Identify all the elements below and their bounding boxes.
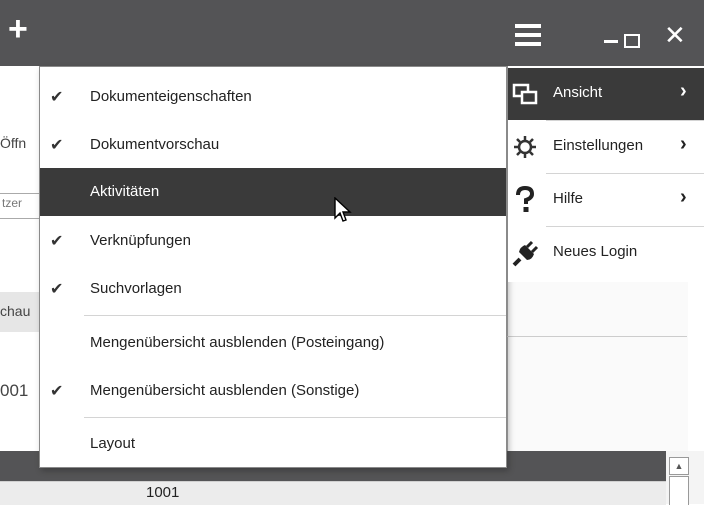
help-question-icon <box>516 186 535 212</box>
menu-item-label: Neues Login <box>553 243 638 260</box>
menu-item-label: Dokumenteigenschaften <box>90 88 252 105</box>
menu-item-label: Einstellungen <box>553 137 644 154</box>
menu-item-label: Aktivitäten <box>90 183 160 200</box>
menu-item-einstellungen[interactable]: Einstellungen › <box>508 121 704 173</box>
bg-user-field-text: tzer <box>2 196 23 210</box>
settings-gear-icon <box>514 136 536 158</box>
chevron-right-icon: › <box>680 133 687 155</box>
menu-item-verknuepfungen[interactable]: ✔ Verknüpfungen <box>40 217 506 265</box>
menu-item-hilfe[interactable]: Hilfe › <box>508 174 704 226</box>
bg-open-label: Öffn <box>0 135 27 151</box>
menu-item-aktivitaeten[interactable]: Aktivitäten <box>40 168 506 216</box>
menu-item-dokumentvorschau[interactable]: ✔ Dokumentvorschau <box>40 121 506 169</box>
menu-separator <box>84 417 506 418</box>
main-menu: Ansicht › Einstellungen › Hilfe › Neues … <box>507 66 704 282</box>
menu-item-label: Layout <box>90 435 136 452</box>
plug-login-icon <box>512 240 539 267</box>
menu-item-suchvorlagen[interactable]: ✔ Suchvorlagen <box>40 265 506 313</box>
title-bar: + ✕ <box>0 0 704 66</box>
menu-item-label: Hilfe <box>553 190 584 207</box>
menu-item-label: Ansicht <box>553 84 603 101</box>
view-submenu: ✔ Dokumenteigenschaften ✔ Dokumentvorsch… <box>39 66 507 468</box>
close-icon[interactable]: ✕ <box>664 22 686 48</box>
menu-item-neues-login[interactable]: Neues Login <box>508 227 704 279</box>
minimize-icon[interactable] <box>604 40 618 43</box>
scroll-track[interactable] <box>669 476 689 505</box>
table-cell-value: 1001 <box>146 484 180 501</box>
bg-right-panel-inner <box>507 336 687 453</box>
checkmark-icon: ✔ <box>50 383 64 400</box>
checkmark-icon: ✔ <box>50 233 64 250</box>
menu-item-layout[interactable]: Layout <box>40 420 506 468</box>
bg-number-label: 001 <box>0 381 29 400</box>
menu-item-ansicht[interactable]: Ansicht › <box>508 68 704 120</box>
maximize-icon[interactable] <box>624 34 640 48</box>
mouse-cursor-icon <box>334 197 352 222</box>
checkmark-icon: ✔ <box>50 89 64 106</box>
table-row[interactable] <box>0 481 666 505</box>
bg-preview-label: chau <box>0 303 31 319</box>
menu-item-mengenuebersicht-posteingang[interactable]: Mengenübersicht ausblenden (Posteingang) <box>40 319 506 367</box>
menu-item-label: Suchvorlagen <box>90 280 182 297</box>
chevron-right-icon: › <box>680 186 687 208</box>
menu-item-label: Dokumentvorschau <box>90 136 220 153</box>
menu-separator <box>84 315 506 316</box>
menu-item-dokumenteigenschaften[interactable]: ✔ Dokumenteigenschaften <box>40 73 506 121</box>
menu-item-label: Mengenübersicht ausblenden (Posteingang) <box>90 334 385 351</box>
menu-item-mengenuebersicht-sonstige[interactable]: ✔ Mengenübersicht ausblenden (Sonstige) <box>40 367 506 415</box>
layout-view-icon <box>512 83 538 105</box>
menu-item-label: Mengenübersicht ausblenden (Sonstige) <box>90 382 360 399</box>
checkmark-icon: ✔ <box>50 137 64 154</box>
checkmark-icon: ✔ <box>50 281 64 298</box>
hamburger-menu-icon[interactable] <box>515 24 541 46</box>
menu-item-label: Verknüpfungen <box>90 232 191 249</box>
chevron-right-icon: › <box>680 80 687 102</box>
add-tab-icon[interactable]: + <box>8 12 28 46</box>
scroll-up-button[interactable]: ▲ <box>669 457 689 475</box>
